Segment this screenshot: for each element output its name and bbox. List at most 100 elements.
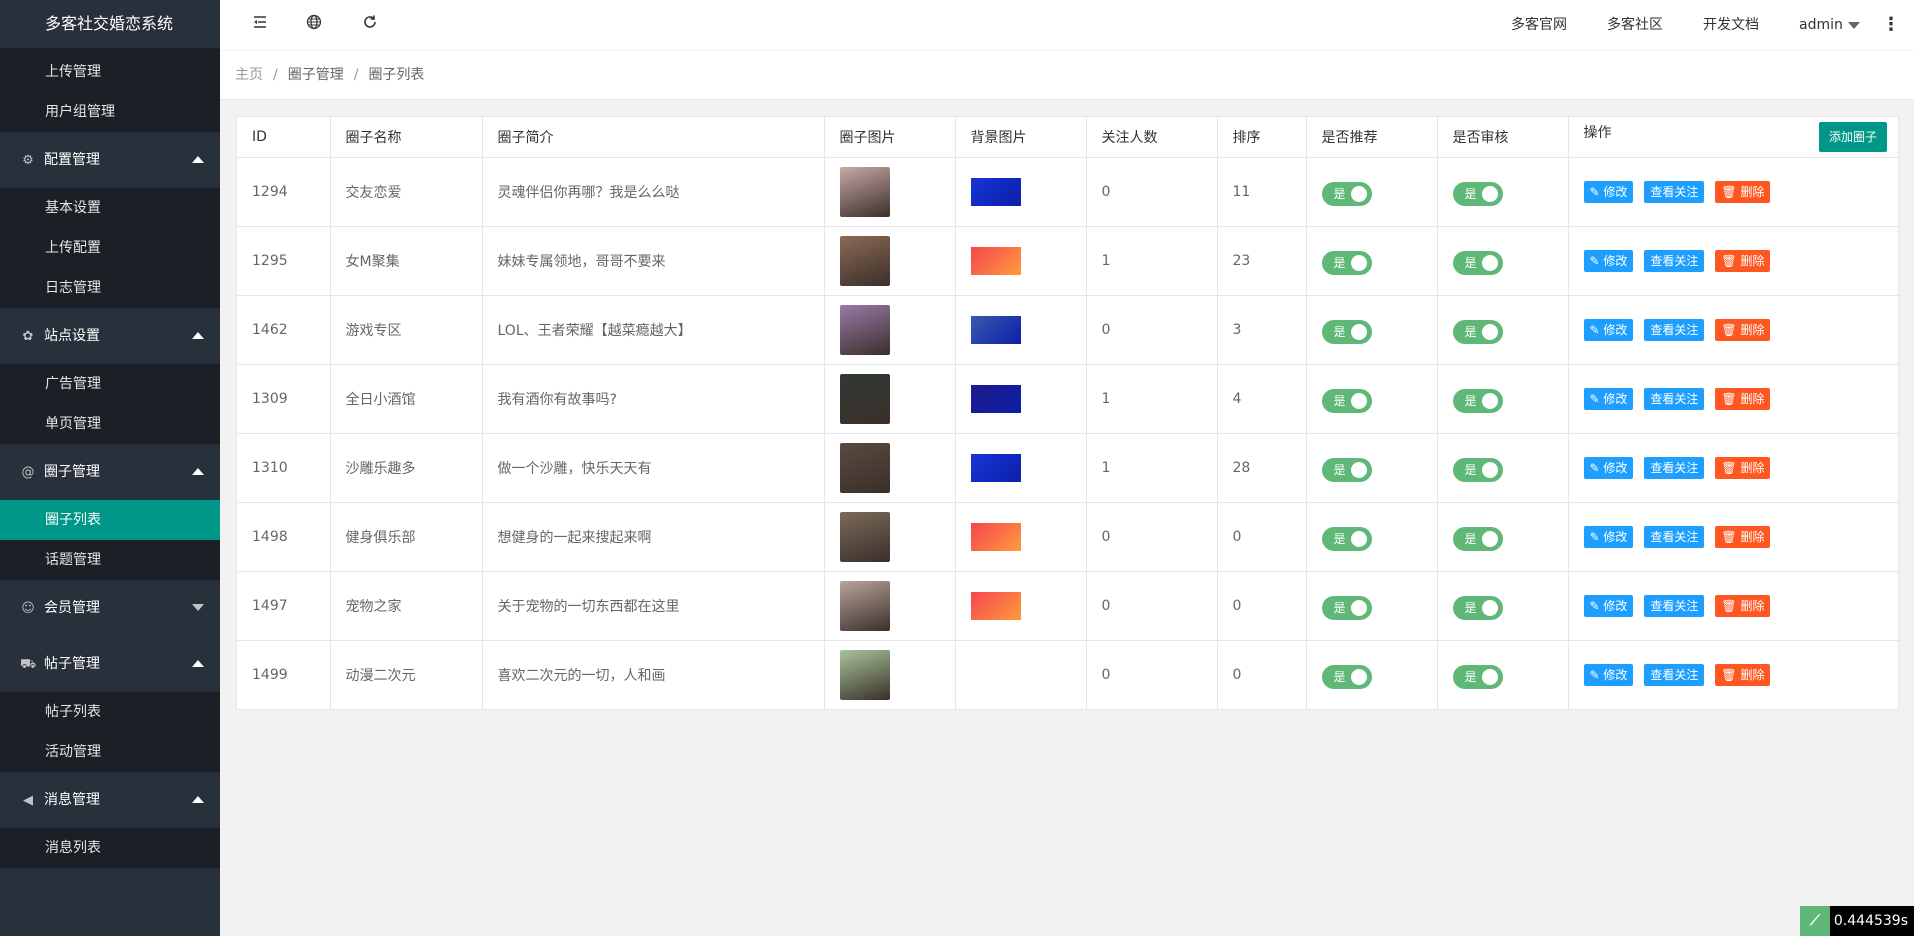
delete-button[interactable]: 🗑 删除 <box>1715 180 1771 203</box>
view-followers-button[interactable]: 查看关注 <box>1644 249 1705 272</box>
cell-intro: 灵魂伴侣你再哪？我是么么哒 <box>482 157 825 227</box>
view-followers-button[interactable]: 查看关注 <box>1644 456 1705 479</box>
sidebar-item[interactable]: 单页管理 <box>0 404 220 444</box>
add-circle-button[interactable]: 添加圈子 <box>1818 121 1887 152</box>
header-link-official[interactable]: 多客官网 <box>1511 0 1567 50</box>
sidebar-item[interactable]: 上传配置 <box>0 228 220 268</box>
bg-image-thumbnail[interactable] <box>970 453 1021 482</box>
toggle-label: 是 <box>1464 531 1477 546</box>
circle-image-thumbnail[interactable] <box>839 373 890 424</box>
breadcrumb-home[interactable]: 主页 <box>235 67 263 83</box>
circle-image-thumbnail[interactable] <box>839 235 890 286</box>
sidebar-group[interactable]: @ 圈子管理 <box>0 444 220 500</box>
sidebar-item[interactable]: 话题管理 <box>0 540 220 580</box>
sidebar-group[interactable]: ◀ 消息管理 <box>0 772 220 828</box>
view-followers-button[interactable]: 查看关注 <box>1644 525 1705 548</box>
review-toggle[interactable]: 是 <box>1452 526 1503 551</box>
recommend-toggle[interactable]: 是 <box>1321 595 1372 620</box>
col-header-image: 圈子图片 <box>824 117 956 158</box>
delete-button[interactable]: 🗑 删除 <box>1715 525 1771 548</box>
header-link-docs[interactable]: 开发文档 <box>1703 0 1759 50</box>
recommend-toggle[interactable]: 是 <box>1321 526 1372 551</box>
edit-button[interactable]: ✎ 修改 <box>1583 594 1634 617</box>
cell-intro: LOL、王者荣耀【越菜瘾越大】 <box>482 295 825 365</box>
sidebar-item[interactable]: 日志管理 <box>0 268 220 308</box>
bg-image-thumbnail[interactable] <box>970 177 1021 206</box>
view-followers-button[interactable]: 查看关注 <box>1644 594 1705 617</box>
trash-icon: 🗑 <box>1721 391 1741 406</box>
more-vertical-icon[interactable]: ⋮ <box>1882 0 1900 50</box>
globe-icon[interactable] <box>304 14 324 34</box>
recommend-toggle[interactable]: 是 <box>1321 664 1372 689</box>
recommend-toggle[interactable]: 是 <box>1321 457 1372 482</box>
refresh-icon[interactable] <box>360 14 380 34</box>
delete-button[interactable]: 🗑 删除 <box>1715 318 1771 341</box>
review-toggle[interactable]: 是 <box>1452 250 1503 275</box>
cell-id: 1462 <box>237 295 331 365</box>
bg-image-thumbnail[interactable] <box>970 522 1021 551</box>
circle-image-thumbnail[interactable] <box>839 166 890 217</box>
delete-button[interactable]: 🗑 删除 <box>1715 387 1771 410</box>
breadcrumb-circle-manage[interactable]: 圈子管理 <box>288 67 344 83</box>
view-followers-button[interactable]: 查看关注 <box>1644 318 1705 341</box>
view-followers-button[interactable]: 查看关注 <box>1644 180 1705 203</box>
bg-image-thumbnail[interactable] <box>970 591 1021 620</box>
toggle-label: 是 <box>1333 186 1346 201</box>
sidebar-item[interactable]: 基本设置 <box>0 188 220 228</box>
sidebar-item-usergroup-manage[interactable]: 用户组管理 <box>0 92 220 132</box>
delete-button[interactable]: 🗑 删除 <box>1715 249 1771 272</box>
circle-image-thumbnail[interactable] <box>839 649 890 700</box>
review-toggle[interactable]: 是 <box>1452 595 1503 620</box>
recommend-toggle[interactable]: 是 <box>1321 250 1372 275</box>
circle-image-thumbnail[interactable] <box>839 511 890 562</box>
menu-fold-icon[interactable] <box>250 14 270 34</box>
delete-button[interactable]: 🗑 删除 <box>1715 663 1771 686</box>
review-toggle[interactable]: 是 <box>1452 319 1503 344</box>
view-followers-button[interactable]: 查看关注 <box>1644 387 1705 410</box>
sidebar-item-label: 广告管理 <box>45 376 101 392</box>
sidebar-group[interactable]: ☺ 会员管理 <box>0 580 220 636</box>
bg-image-thumbnail[interactable] <box>970 315 1021 344</box>
review-toggle[interactable]: 是 <box>1452 388 1503 413</box>
delete-button[interactable]: 🗑 删除 <box>1715 456 1771 479</box>
header-link-community[interactable]: 多客社区 <box>1607 0 1663 50</box>
edit-button[interactable]: ✎ 修改 <box>1583 180 1634 203</box>
edit-button[interactable]: ✎ 修改 <box>1583 318 1634 341</box>
edit-button[interactable]: ✎ 修改 <box>1583 387 1634 410</box>
circle-image-thumbnail[interactable] <box>839 580 890 631</box>
user-menu[interactable]: admin <box>1799 0 1860 50</box>
edit-button[interactable]: ✎ 修改 <box>1583 249 1634 272</box>
bg-image-thumbnail[interactable] <box>970 246 1021 275</box>
circle-image-thumbnail[interactable] <box>839 304 890 355</box>
col-header-followers: 关注人数 <box>1086 117 1218 158</box>
review-toggle[interactable]: 是 <box>1452 457 1503 482</box>
recommend-toggle[interactable]: 是 <box>1321 388 1372 413</box>
sidebar-item-upload-manage[interactable]: 上传管理 <box>0 52 220 92</box>
cell-name: 动漫二次元 <box>330 640 483 709</box>
sidebar-item[interactable]: 帖子列表 <box>0 692 220 732</box>
sidebar-group[interactable]: ✿ 站点设置 <box>0 308 220 364</box>
delete-button[interactable]: 🗑 删除 <box>1715 594 1771 617</box>
edit-button[interactable]: ✎ 修改 <box>1583 525 1634 548</box>
edit-button[interactable]: ✎ 修改 <box>1583 456 1634 479</box>
recommend-toggle[interactable]: 是 <box>1321 181 1372 206</box>
toggle-label: 是 <box>1333 531 1346 546</box>
review-toggle[interactable]: 是 <box>1452 181 1503 206</box>
sidebar-item[interactable]: 活动管理 <box>0 732 220 772</box>
view-label: 查看关注 <box>1650 253 1699 268</box>
toggle-label: 是 <box>1464 600 1477 615</box>
bg-image-thumbnail[interactable] <box>970 384 1021 413</box>
circle-image-thumbnail[interactable] <box>839 442 890 493</box>
view-followers-button[interactable]: 查看关注 <box>1644 663 1705 686</box>
recommend-toggle[interactable]: 是 <box>1321 319 1372 344</box>
review-toggle[interactable]: 是 <box>1452 664 1503 689</box>
pencil-icon: ✎ <box>1589 667 1604 682</box>
sidebar-group[interactable]: ⚙ 配置管理 <box>0 132 220 188</box>
edit-button[interactable]: ✎ 修改 <box>1583 663 1634 686</box>
sidebar-item[interactable]: 广告管理 <box>0 364 220 404</box>
sidebar-group[interactable]: ⛟ 帖子管理 <box>0 636 220 692</box>
sidebar-item[interactable]: 圈子列表 <box>0 500 220 540</box>
cell-intro: 做一个沙雕，快乐天天有 <box>482 433 825 503</box>
sidebar-item[interactable]: 消息列表 <box>0 828 220 868</box>
cell-sort: 0 <box>1217 502 1307 572</box>
